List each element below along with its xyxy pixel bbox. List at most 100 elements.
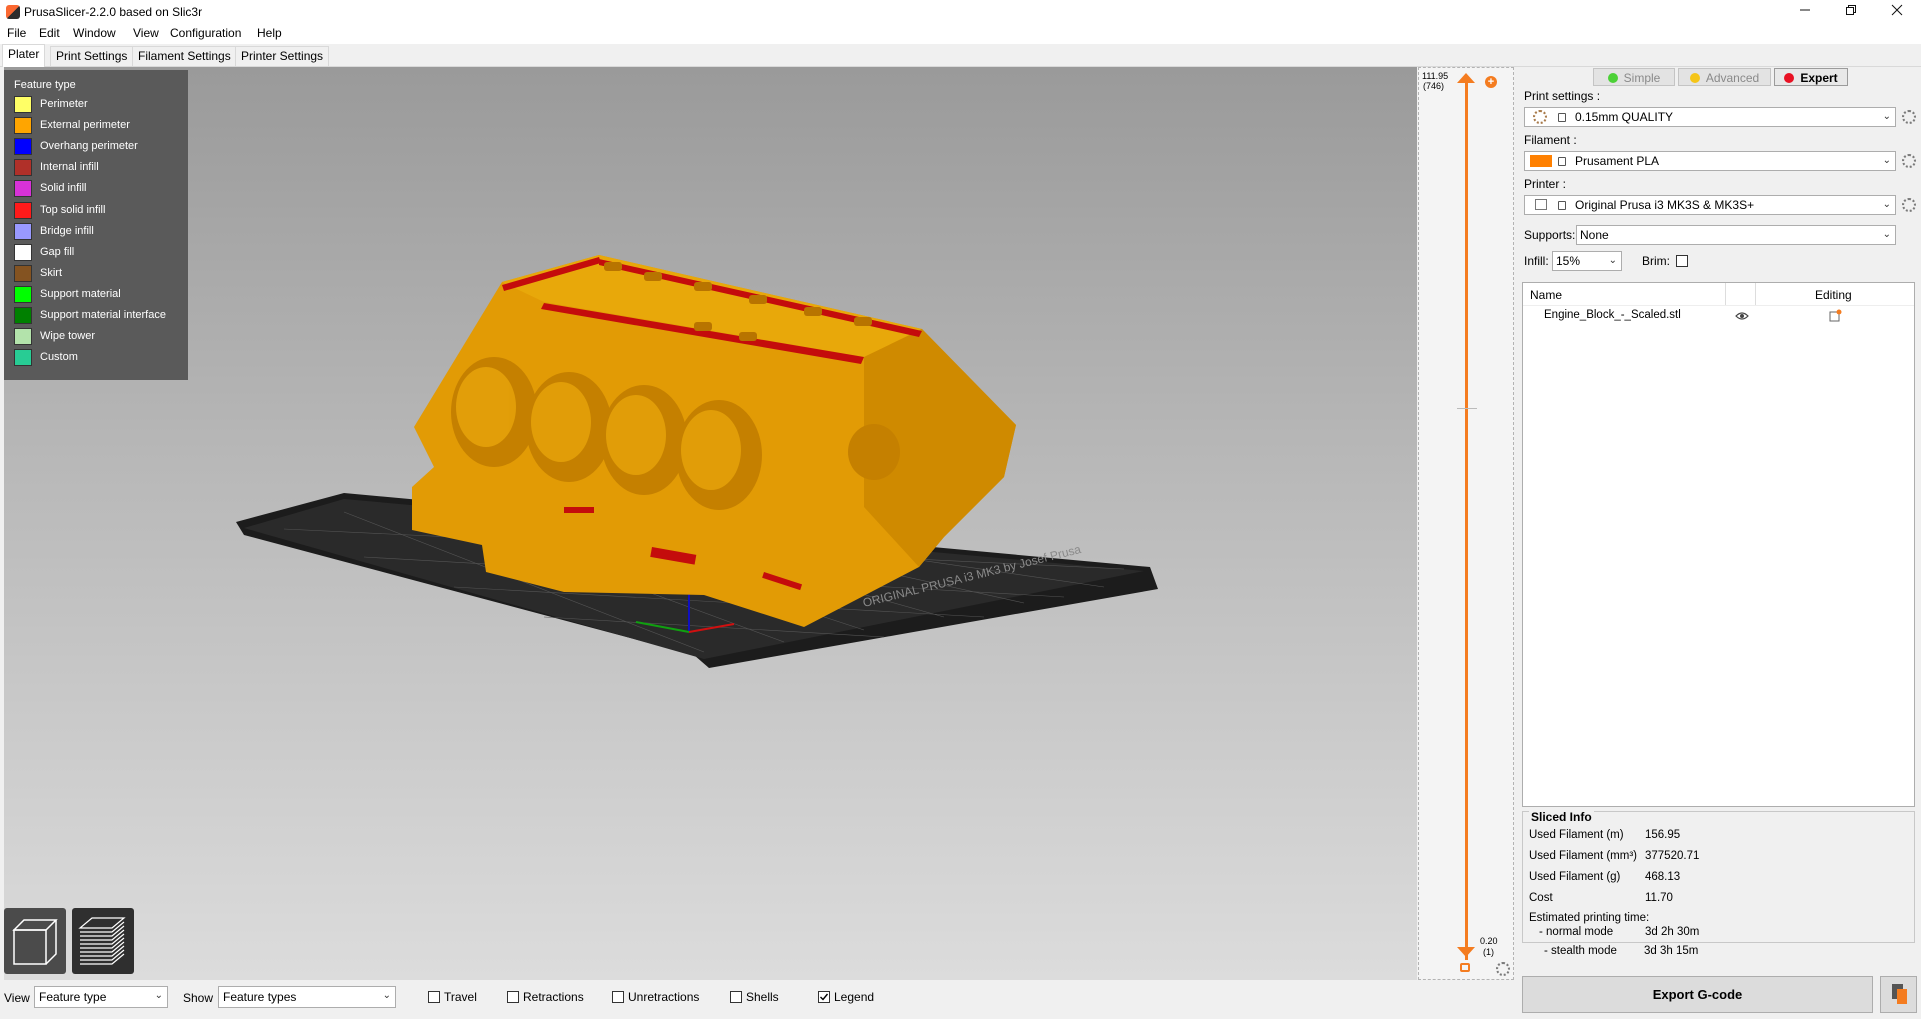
legend-item-label: Bridge infill xyxy=(40,224,94,237)
eye-icon[interactable] xyxy=(1735,311,1749,321)
advanced-dot-icon xyxy=(1689,73,1700,83)
print-settings-cog-icon[interactable] xyxy=(1902,110,1916,124)
printer-icon xyxy=(1535,199,1547,210)
col-editing-header[interactable]: Editing xyxy=(1815,288,1852,302)
legend-color-swatch xyxy=(14,328,32,346)
tab-filament-settings[interactable]: Filament Settings xyxy=(132,46,237,66)
upper-thumb[interactable] xyxy=(1457,73,1475,83)
edit-icon[interactable] xyxy=(1829,309,1842,322)
infill-label: Infill: xyxy=(1524,254,1549,268)
show-features-select[interactable]: Feature types ⌄ xyxy=(218,986,396,1008)
printer-label: Printer : xyxy=(1524,177,1567,191)
tab-printer-settings[interactable]: Printer Settings xyxy=(235,46,330,66)
supports-combo[interactable]: None ⌄ xyxy=(1576,225,1896,245)
chevron-down-icon: ⌄ xyxy=(1882,199,1891,210)
legend-item-label: External perimeter xyxy=(40,119,130,132)
filament-cog-icon[interactable] xyxy=(1902,154,1916,168)
minimize-button[interactable] xyxy=(1782,0,1828,24)
restore-icon xyxy=(1846,5,1856,15)
filament-value: Prusament PLA xyxy=(1575,154,1660,168)
legend-color-swatch xyxy=(14,222,32,240)
close-button[interactable] xyxy=(1874,0,1920,24)
brim-checkbox[interactable] xyxy=(1676,255,1688,267)
used-filament-mm3-label: Used Filament (mm³) xyxy=(1529,850,1637,862)
3d-view-button[interactable] xyxy=(4,908,66,974)
brim-label: Brim: xyxy=(1642,254,1670,268)
export-to-sd-button[interactable] xyxy=(1880,976,1917,1013)
cost-label: Cost xyxy=(1529,892,1553,904)
normal-mode-label: - normal mode xyxy=(1539,926,1614,938)
preview-bottom-bar: View Feature type ⌄ Show Feature types ⌄… xyxy=(0,980,1418,1019)
printer-cog-icon[interactable] xyxy=(1902,198,1916,212)
print-settings-combo[interactable]: 0.15mm QUALITY ⌄ xyxy=(1524,107,1896,127)
mode-expert-button[interactable]: Expert xyxy=(1774,68,1848,86)
view-label: View xyxy=(4,991,30,1005)
chevron-down-icon: ⌄ xyxy=(1882,111,1891,122)
view-type-value: Feature type xyxy=(39,990,107,1004)
3d-viewport[interactable]: ORIGINAL PRUSA i3 MK3 by Josef Prusa Fea… xyxy=(4,67,1417,980)
chevron-down-icon: ⌄ xyxy=(382,990,391,1001)
feature-type-legend: Feature type Perimeter External perimeter… xyxy=(4,70,188,380)
legend-item-label: Wipe tower xyxy=(40,330,96,343)
object-name: Engine_Block_-_Scaled.stl xyxy=(1544,309,1681,321)
plus-circle-icon[interactable]: + xyxy=(1485,76,1497,88)
close-icon xyxy=(1891,4,1903,16)
layer-slider-track[interactable] xyxy=(1465,80,1468,960)
top-layer-height: 111.95 xyxy=(1422,71,1449,81)
chevron-down-icon: ⌄ xyxy=(154,990,163,1001)
cog-icon[interactable] xyxy=(1496,962,1510,976)
mode-simple-button[interactable]: Simple xyxy=(1593,68,1675,86)
legend-item-label: Support material interface xyxy=(40,309,166,321)
infill-combo[interactable]: 15% ⌄ xyxy=(1552,251,1622,271)
tab-bar: Plater Print Settings Filament Settings … xyxy=(0,44,1921,67)
object-row[interactable]: Engine_Block_-_Scaled.stl xyxy=(1523,306,1914,326)
export-gcode-button[interactable]: Export G-code xyxy=(1522,976,1873,1013)
unretractions-checkbox[interactable] xyxy=(612,991,624,1003)
legend-title: Feature type xyxy=(14,79,76,91)
shells-checkbox[interactable] xyxy=(730,991,742,1003)
print-bed-scene: ORIGINAL PRUSA i3 MK3 by Josef Prusa xyxy=(236,255,1158,668)
menu-configuration[interactable]: Configuration xyxy=(170,26,241,40)
printer-combo[interactable]: Original Prusa i3 MK3S & MK3S+ ⌄ xyxy=(1524,195,1896,215)
menu-help[interactable]: Help xyxy=(257,26,282,40)
mode-expert-label: Expert xyxy=(1800,71,1838,85)
maximize-button[interactable] xyxy=(1828,0,1874,24)
legend-item-label: Custom xyxy=(40,351,78,364)
filament-combo[interactable]: Prusament PLA ⌄ xyxy=(1524,151,1896,171)
title-bar: PrusaSlicer-2.2.0 based on Slic3r xyxy=(0,0,1921,24)
chevron-down-icon: ⌄ xyxy=(1882,229,1891,240)
chevron-down-icon: ⌄ xyxy=(1882,155,1891,166)
menu-file[interactable]: File xyxy=(7,26,26,40)
menu-bar: File Edit Window View Configuration Help xyxy=(0,24,1921,44)
legend-item-label: Skirt xyxy=(40,266,62,279)
legend-color-swatch xyxy=(14,159,32,177)
mode-advanced-button[interactable]: Advanced xyxy=(1678,68,1771,86)
unretractions-label: Unretractions xyxy=(628,990,700,1004)
col-name-header[interactable]: Name xyxy=(1530,288,1562,302)
supports-label: Supports: xyxy=(1524,228,1576,242)
travel-checkbox[interactable] xyxy=(428,991,440,1003)
prusa-app-icon xyxy=(6,5,20,19)
legend-color-swatch xyxy=(14,349,32,367)
menu-view[interactable]: View xyxy=(133,26,159,40)
view-type-select[interactable]: Feature type ⌄ xyxy=(34,986,168,1008)
supports-value: None xyxy=(1580,228,1609,242)
lock-icon xyxy=(1558,201,1566,210)
used-filament-m-value: 156.95 xyxy=(1645,829,1681,841)
tab-print-settings[interactable]: Print Settings xyxy=(50,46,134,66)
top-layer-number: (746) xyxy=(1423,81,1445,91)
menu-window[interactable]: Window xyxy=(73,26,116,40)
retractions-checkbox[interactable] xyxy=(507,991,519,1003)
unlock-icon[interactable] xyxy=(1460,963,1470,972)
legend-checkbox[interactable] xyxy=(818,991,830,1003)
slider-mid-tick xyxy=(1457,408,1477,409)
window-title: PrusaSlicer-2.2.0 based on Slic3r xyxy=(24,5,203,19)
legend-label: Legend xyxy=(834,990,875,1004)
menu-edit[interactable]: Edit xyxy=(39,26,60,40)
tab-plater[interactable]: Plater xyxy=(2,44,46,67)
preview-layers-button[interactable] xyxy=(72,908,134,974)
lower-thumb[interactable] xyxy=(1457,947,1475,957)
sliced-info-title: Sliced Info xyxy=(1529,810,1594,824)
normal-mode-value: 3d 2h 30m xyxy=(1645,926,1700,938)
sliced-info-box: Sliced Info Used Filament (m) 156.95 Use… xyxy=(1522,810,1915,943)
